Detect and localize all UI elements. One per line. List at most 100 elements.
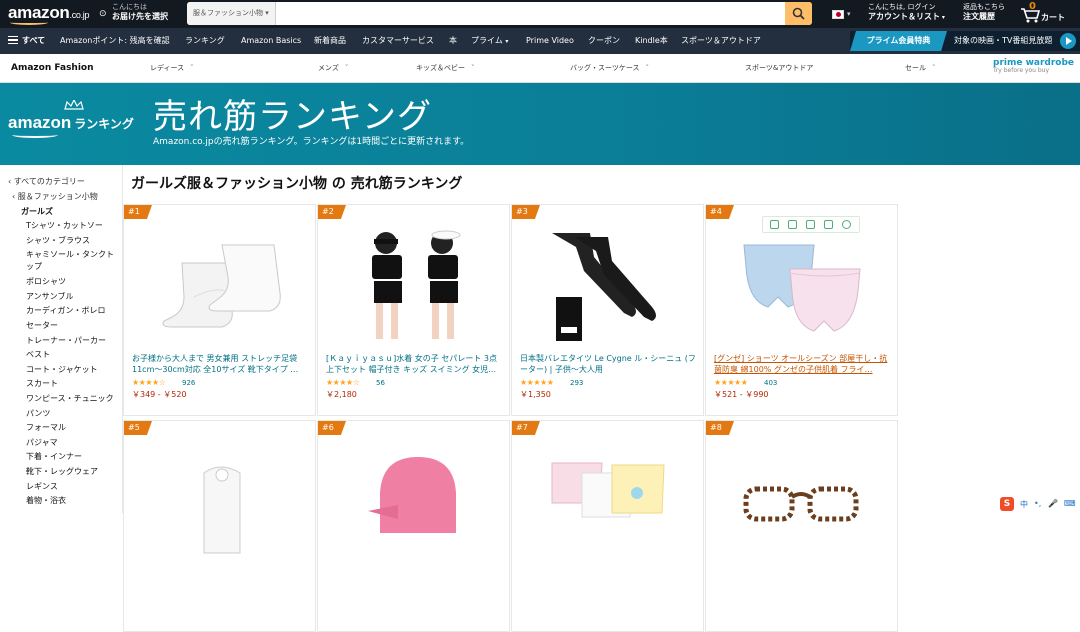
japan-flag-icon[interactable] (832, 10, 844, 19)
amazon-ranking-logo: amazon ランキング (8, 113, 134, 132)
cart-label[interactable]: カート (1041, 12, 1065, 23)
nav-item-customer-service[interactable]: カスタマーサービス (362, 28, 434, 54)
crown-icon (64, 100, 84, 110)
product-card[interactable]: #1 お子様から大人まで 男女兼用 ストレッチ足袋 11cm〜30cm対応 全1… (123, 204, 316, 416)
sidebar-item[interactable]: コート・ジャケット (26, 364, 98, 375)
star-rating[interactable]: ★★★★★ (520, 378, 554, 387)
product-image-printed-shorts[interactable] (512, 443, 704, 563)
sidebar-item[interactable]: セーター (26, 320, 58, 331)
search-bar: 服＆ファッション小物 ▾ (187, 2, 812, 25)
product-card[interactable]: #6 (317, 420, 510, 632)
main-nav: すべて Amazonポイント: 残高を確認 ランキング Amazon Basic… (0, 28, 1080, 54)
product-card[interactable]: #7 (511, 420, 704, 632)
nav-item-books[interactable]: 本 (449, 28, 457, 54)
star-rating[interactable]: ★★★★☆ (326, 378, 360, 387)
nav-item-amazon-basics[interactable]: Amazon Basics (241, 28, 301, 54)
keyboard-icon[interactable]: ⌨ (1064, 499, 1076, 508)
sidebar-item[interactable]: カーディガン・ボレロ (26, 305, 105, 316)
search-input[interactable] (277, 2, 785, 25)
star-rating[interactable]: ★★★★☆ (132, 378, 166, 387)
sidebar-item[interactable]: レギンス (26, 481, 58, 492)
hero-subtitle: Amazon.co.jpの売れ筋ランキング。ランキングは1時間ごとに更新されます… (153, 137, 470, 147)
sidebar-item[interactable]: 靴下・レッグウェア (26, 466, 98, 477)
all-menu-button[interactable]: すべて (8, 28, 45, 54)
product-card[interactable]: #3 日本製バレエタイツ Le Cygne ル・シーニュ (フーター) | 子供… (511, 204, 704, 416)
account-lists-label: アカウント＆リスト (868, 12, 940, 21)
product-card[interactable]: #2 [Ｋａｙｉｙａｓｕ]水着 女の子 セパレート 3点 上下セット 帽子付き … (317, 204, 510, 416)
product-image-black-ballet-tights[interactable] (512, 227, 704, 347)
search-button[interactable] (785, 2, 812, 25)
prime-wardrobe-logo[interactable]: prime wardrobe Try before you buy (993, 58, 1074, 74)
sidebar-item[interactable]: パンツ (26, 408, 50, 419)
amazon-fashion-link[interactable]: Amazon Fashion (11, 54, 94, 83)
search-category-dropdown[interactable]: 服＆ファッション小物 ▾ (187, 2, 276, 25)
nav-item-prime-video[interactable]: Prime Video (526, 28, 574, 54)
product-title-link[interactable]: お子様から大人まで 男女兼用 ストレッチ足袋 11cm〜30cm対応 全10サイ… (132, 353, 310, 375)
sidebar-item[interactable]: 着物・浴衣 (26, 495, 66, 506)
product-price: ￥1,350 (520, 390, 551, 399)
nav-item-prime[interactable]: プライム ▾ (471, 28, 508, 54)
sidebar-item[interactable]: ポロシャツ (26, 276, 66, 287)
review-count[interactable]: 56 (376, 379, 385, 387)
sidebar-item[interactable]: アンサンブル (26, 291, 73, 302)
product-title-link[interactable]: 日本製バレエタイツ Le Cygne ル・シーニュ (フーター) | 子供〜大人… (520, 353, 698, 375)
sidebar-item[interactable]: ベスト (26, 349, 50, 360)
nav-item-ranking[interactable]: ランキング (185, 28, 225, 54)
product-image-lace-socks[interactable] (124, 443, 316, 563)
orders-link[interactable]: 返品もこちら 注文履歴 (963, 3, 1005, 22)
sidebar-item[interactable]: パジャマ (26, 437, 58, 448)
review-count[interactable]: 293 (570, 379, 583, 387)
deliver-to-button[interactable]: こんにちは お届け先を選択 (112, 3, 168, 22)
product-image-girls-swimsuit[interactable] (318, 227, 510, 347)
product-title-link[interactable]: [Ｋａｙｉｙａｓｕ]水着 女の子 セパレート 3点 上下セット 帽子付き キッズ… (326, 353, 504, 375)
subnav-item-kids[interactable]: キッズ＆ベビー ˅ (416, 54, 475, 83)
sidebar-item[interactable]: シャツ・ブラウス (26, 235, 90, 246)
product-title-link[interactable]: [グンゼ] ショーツ オールシーズン 部屋干し・抗菌防臭 綿100% グンゼの子… (714, 353, 892, 375)
play-icon[interactable] (1060, 33, 1076, 49)
review-count[interactable]: 403 (764, 379, 777, 387)
sidebar-item[interactable]: スカート (26, 378, 58, 389)
ime-punctuation-toggle[interactable]: •, (1034, 499, 1041, 508)
subnav-item-sale[interactable]: セール ˅ (905, 54, 936, 83)
prime-benefits-tag: プライム会員特典 (850, 31, 947, 51)
sidebar-item[interactable]: フォーマル (26, 422, 66, 433)
review-count[interactable]: 926 (182, 379, 195, 387)
nav-item-coupons[interactable]: クーポン (588, 28, 620, 54)
subnav-item-sports[interactable]: スポーツ&アウトドア (745, 54, 813, 83)
subnav-item-bags[interactable]: バッグ・スーツケース ˅ (570, 54, 649, 83)
product-image-pink-swim-cap[interactable] (318, 443, 510, 563)
parent-category-link[interactable]: ‹ 服＆ファッション小物 (12, 191, 98, 202)
sidebar-item[interactable]: トレーナー・パーカー (26, 335, 106, 346)
rank-badge: #5 (124, 421, 152, 435)
product-card[interactable]: #5 (123, 420, 316, 632)
fashion-subnav: Amazon Fashion レディース ˅ メンズ ˅ キッズ＆ベビー ˅ バッグ・… (0, 54, 1080, 83)
sidebar-item[interactable]: ップ (26, 261, 42, 272)
sidebar-item[interactable]: Tシャツ・カットソー (26, 220, 103, 231)
sidebar-item[interactable]: 下着・インナー (26, 451, 82, 462)
sidebar-item[interactable]: キャミソール・タンクト (26, 249, 114, 260)
chevron-down-icon: ▾ (847, 10, 851, 18)
sogou-ime-icon[interactable]: S (1000, 497, 1014, 511)
product-price: ￥2,180 (326, 390, 357, 399)
product-image-girls-shorts-pack[interactable] (706, 227, 898, 347)
nav-item-sports[interactable]: スポーツ＆アウトドア (681, 28, 761, 54)
star-rating[interactable]: ★★★★★ (714, 378, 748, 387)
sidebar-item[interactable]: ワンピース・チュニック (26, 393, 114, 404)
prime-promo-banner[interactable]: プライム会員特典 対象の映画・TV番組見放題 (850, 31, 1080, 51)
nav-item-new-releases[interactable]: 新着商品 (314, 28, 346, 54)
cart-icon[interactable] (1020, 7, 1040, 23)
rank-badge: #2 (318, 205, 346, 219)
account-menu[interactable]: こんにちは, ログイン アカウント＆リスト ▾ (868, 3, 945, 22)
subnav-item-mens[interactable]: メンズ ˅ (318, 54, 348, 83)
nav-item-kindle[interactable]: Kindle本 (635, 28, 668, 54)
product-image-white-tabi-socks[interactable] (124, 227, 316, 347)
product-card[interactable]: #8 (705, 420, 898, 632)
product-image-leopard-glasses[interactable] (706, 443, 898, 563)
ime-language-toggle[interactable]: 中 (1020, 499, 1028, 510)
deliver-greeting: こんにちは (112, 3, 147, 11)
all-categories-link[interactable]: ‹ すべてのカテゴリー (8, 176, 85, 187)
nav-item-points[interactable]: Amazonポイント: 残高を確認 (60, 28, 170, 54)
subnav-item-ladies[interactable]: レディース ˅ (150, 54, 194, 83)
product-card[interactable]: #4 [グンゼ] ショーツ オールシーズン 部屋干し・抗菌防臭 綿100% グン… (705, 204, 898, 416)
microphone-icon[interactable]: 🎤 (1048, 499, 1058, 508)
